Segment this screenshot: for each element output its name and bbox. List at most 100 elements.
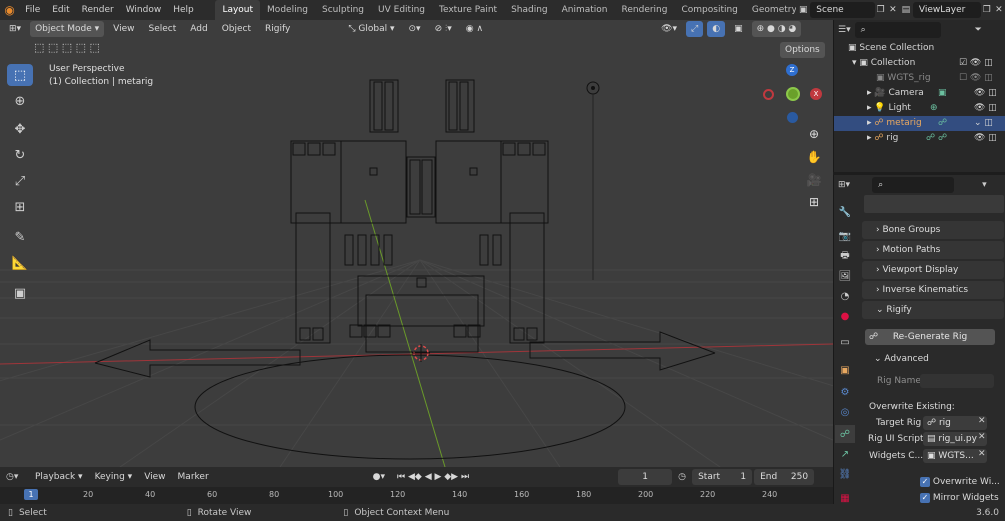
- panel-rigify[interactable]: ⌄ Rigify: [862, 301, 1004, 319]
- menu-marker[interactable]: Marker: [173, 469, 214, 485]
- menu-file[interactable]: File: [19, 0, 46, 20]
- gizmo-y-icon[interactable]: [786, 87, 800, 101]
- cursor-tool-icon[interactable]: ⊕: [7, 90, 33, 112]
- mirror-widgets-checkbox[interactable]: ✓ Mirror Widgets: [920, 491, 999, 505]
- select-box-icons[interactable]: ⬚ ⬚ ⬚ ⬚ ⬚: [34, 41, 100, 54]
- filter-icon[interactable]: ⏷: [975, 25, 982, 35]
- menu-window[interactable]: Window: [120, 0, 168, 20]
- clock-icon[interactable]: ◷: [674, 472, 690, 482]
- modifier-tab-icon[interactable]: ⚙: [835, 383, 855, 401]
- playhead-marker[interactable]: 1: [24, 489, 38, 500]
- menu-select[interactable]: Select: [144, 21, 182, 37]
- regenerate-rig-button[interactable]: ☍ Re-Generate Rig: [865, 329, 995, 345]
- gizmo-z-icon[interactable]: Z: [786, 64, 798, 76]
- select-tool-icon[interactable]: ⬚: [7, 64, 33, 86]
- menu-timeline-view[interactable]: View: [139, 469, 170, 485]
- armature-data-tab-icon[interactable]: ☍: [835, 425, 855, 443]
- bone-tab-icon[interactable]: ↗: [835, 445, 855, 463]
- rig-name-input[interactable]: [920, 374, 994, 388]
- tab-texture-paint[interactable]: Texture Paint: [432, 0, 504, 20]
- copy-view-layer-icon[interactable]: ❐: [981, 5, 993, 15]
- move-tool-icon[interactable]: ✥: [7, 118, 33, 140]
- frame-ruler[interactable]: 1 20 40 60 80 100 120 140 160 180 200 22…: [0, 487, 833, 505]
- visibility-icon[interactable]: 👁▾: [656, 21, 682, 37]
- timeline-editor-icon[interactable]: ◷▾: [6, 472, 28, 482]
- menu-help[interactable]: Help: [167, 0, 200, 20]
- add-cube-tool-icon[interactable]: ▣: [7, 282, 33, 304]
- options-button[interactable]: Options: [780, 42, 825, 58]
- gizmo-icon[interactable]: ⤢: [686, 21, 704, 37]
- advanced-subpanel[interactable]: ⌄ Advanced: [874, 352, 929, 366]
- wgts-visibility-icons[interactable]: ☐ 👁 ◫: [959, 71, 993, 86]
- tab-geometry-nodes[interactable]: Geometry Noc: [745, 0, 796, 20]
- menu-add[interactable]: Add: [185, 21, 212, 37]
- menu-view[interactable]: View: [108, 21, 139, 37]
- mode-select[interactable]: Object Mode ▾: [30, 21, 105, 37]
- tab-uv-editing[interactable]: UV Editing: [371, 0, 432, 20]
- properties-search-input[interactable]: ⌕: [872, 177, 955, 193]
- light-visibility-icons[interactable]: 👁 ◫: [974, 101, 997, 116]
- delete-scene-icon[interactable]: ✕: [887, 5, 899, 15]
- menu-edit[interactable]: Edit: [46, 0, 75, 20]
- delete-view-layer-icon[interactable]: ✕: [993, 5, 1005, 15]
- gizmo-negz-icon[interactable]: [787, 112, 798, 123]
- physics-tab-icon[interactable]: ◎: [835, 403, 855, 421]
- snap-icon[interactable]: ⊘ ⫶▾: [430, 21, 457, 37]
- collection-tab-icon[interactable]: ▭: [835, 333, 855, 351]
- playback-controls[interactable]: ⏮ ◀◆ ◀ ▶ ◆▶ ⏭: [392, 469, 474, 485]
- gizmo-negx-icon[interactable]: [763, 89, 774, 100]
- camera-view-icon[interactable]: 🎥: [804, 170, 824, 190]
- tab-rendering[interactable]: Rendering: [615, 0, 675, 20]
- tab-shading[interactable]: Shading: [504, 0, 555, 20]
- timeline[interactable]: ◷▾ Playback ▾ Keying ▾ View Marker ●▾ ⏮ …: [0, 467, 833, 505]
- outliner-item-rig[interactable]: ▸ ☍ rig ☍ ☍ 👁 ◫: [834, 131, 1005, 146]
- rig-ui-clear-icon[interactable]: ✕: [978, 432, 986, 442]
- menu-keying[interactable]: Keying ▾: [90, 469, 138, 485]
- pivot-icon[interactable]: ⊙▾: [404, 21, 426, 37]
- widgets-clear-icon[interactable]: ✕: [978, 449, 986, 459]
- menu-object[interactable]: Object: [217, 21, 256, 37]
- panel-viewport-display[interactable]: › Viewport Display: [862, 261, 1004, 279]
- world-tab-icon[interactable]: ●: [835, 307, 855, 325]
- overwrite-widgets-checkbox[interactable]: ✓ Overwrite Wi...: [920, 475, 1000, 489]
- pan-hand-icon[interactable]: ✋: [804, 147, 824, 167]
- metarig-visibility-icons[interactable]: ⌄ ◫: [974, 116, 993, 131]
- shading-modes[interactable]: ⊕ ● ◑ ◕: [751, 21, 802, 37]
- outliner-scene-collection[interactable]: ▣ Scene Collection: [834, 41, 1005, 56]
- overlays-icon[interactable]: ◐: [707, 21, 726, 37]
- menu-playback[interactable]: Playback ▾: [30, 469, 88, 485]
- outliner-item-light[interactable]: ▸ 💡 Light ⊕ 👁 ◫: [834, 101, 1005, 116]
- scene-icon[interactable]: ▣: [796, 5, 810, 15]
- zoom-icon[interactable]: ⊕: [804, 124, 824, 144]
- outliner-item-collection[interactable]: ▾ ▣ Collection ☑ 👁 ◫: [834, 56, 1005, 71]
- tab-modeling[interactable]: Modeling: [260, 0, 315, 20]
- 3d-viewport[interactable]: ⊞▾ Object Mode ▾ View Select Add Object …: [0, 20, 833, 467]
- panel-inverse-kinematics[interactable]: › Inverse Kinematics: [862, 281, 1004, 299]
- menu-rigify[interactable]: Rigify: [260, 21, 295, 37]
- editor-type-icon[interactable]: ⊞▾: [4, 21, 26, 37]
- ortho-grid-icon[interactable]: ⊞: [804, 192, 824, 212]
- measure-tool-icon[interactable]: 📐: [7, 252, 33, 274]
- tab-sculpting[interactable]: Sculpting: [315, 0, 371, 20]
- tool-tab-icon[interactable]: 🔧: [835, 203, 855, 221]
- tab-layout[interactable]: Layout: [215, 0, 261, 20]
- object-tab-icon[interactable]: ▣: [835, 361, 855, 379]
- outliner-item-wgts[interactable]: ▣ WGTS_rig ☐ 👁 ◫: [834, 71, 1005, 86]
- camera-visibility-icons[interactable]: 👁 ◫: [974, 86, 997, 101]
- outliner-editor-icon[interactable]: ☰▾: [838, 25, 851, 35]
- scale-tool-icon[interactable]: ⤢: [7, 170, 33, 192]
- outliner-item-camera[interactable]: ▸ 🎥 Camera ▣ 👁 ◫: [834, 86, 1005, 101]
- transform-tool-icon[interactable]: ⊞: [7, 196, 33, 218]
- target-rig-clear-icon[interactable]: ✕: [978, 416, 986, 426]
- start-frame-field[interactable]: Start 1: [692, 469, 753, 485]
- menu-render[interactable]: Render: [76, 0, 120, 20]
- orientation-select[interactable]: ⤡ Global ▾: [343, 21, 399, 37]
- record-icon[interactable]: ●▾: [368, 469, 390, 485]
- scene-name-field[interactable]: Scene: [810, 2, 875, 18]
- view-layer-icon[interactable]: ▤: [899, 5, 913, 15]
- current-frame-field[interactable]: 1: [618, 469, 673, 485]
- view-layer-field[interactable]: ViewLayer: [912, 2, 981, 18]
- xray-icon[interactable]: ▣: [729, 21, 748, 37]
- view-layer-tab-icon[interactable]: 🖼: [835, 267, 855, 285]
- blender-logo-icon[interactable]: ◉: [0, 3, 19, 17]
